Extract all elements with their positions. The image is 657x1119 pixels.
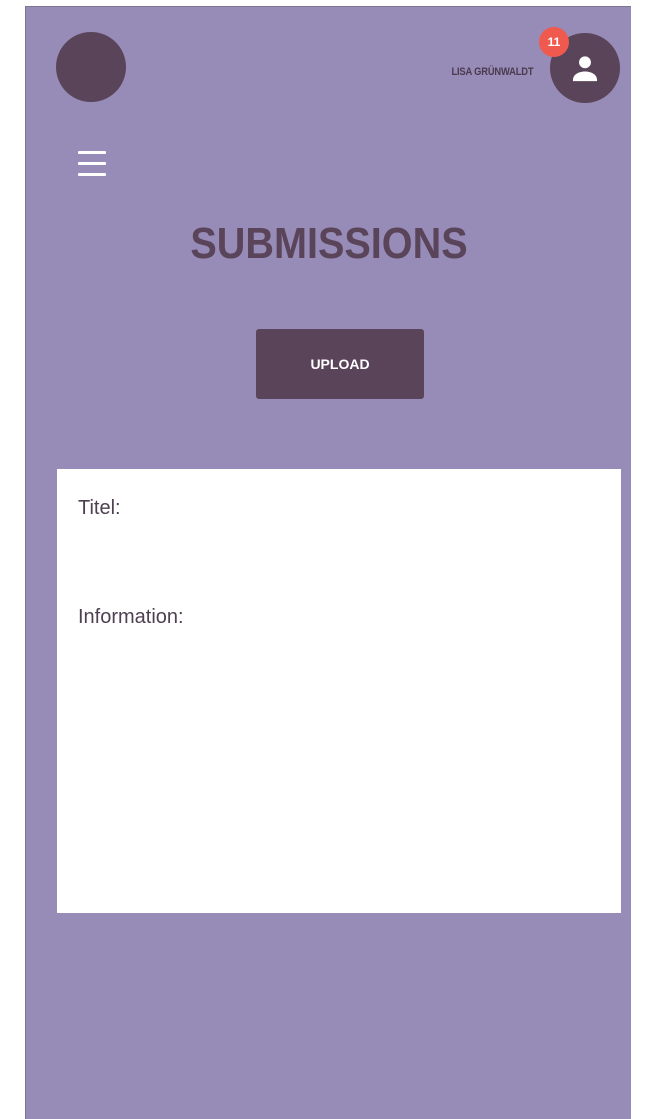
app-frame: LISA GRÜNWALDT 11 SUBMISSIONS UPLOAD Tit… (25, 6, 631, 1119)
user-name[interactable]: LISA GRÜNWALDT (451, 66, 533, 78)
notification-badge[interactable]: 11 (539, 27, 569, 57)
page-title: SUBMISSIONS (190, 219, 468, 268)
title-label: Titel: (78, 497, 121, 519)
logo[interactable] (56, 32, 126, 102)
submission-card: Titel: Information: (57, 469, 621, 913)
upload-button[interactable]: UPLOAD (256, 329, 424, 399)
information-label: Information: (78, 606, 184, 628)
hamburger-menu-icon[interactable] (78, 149, 106, 179)
person-icon (572, 56, 598, 82)
